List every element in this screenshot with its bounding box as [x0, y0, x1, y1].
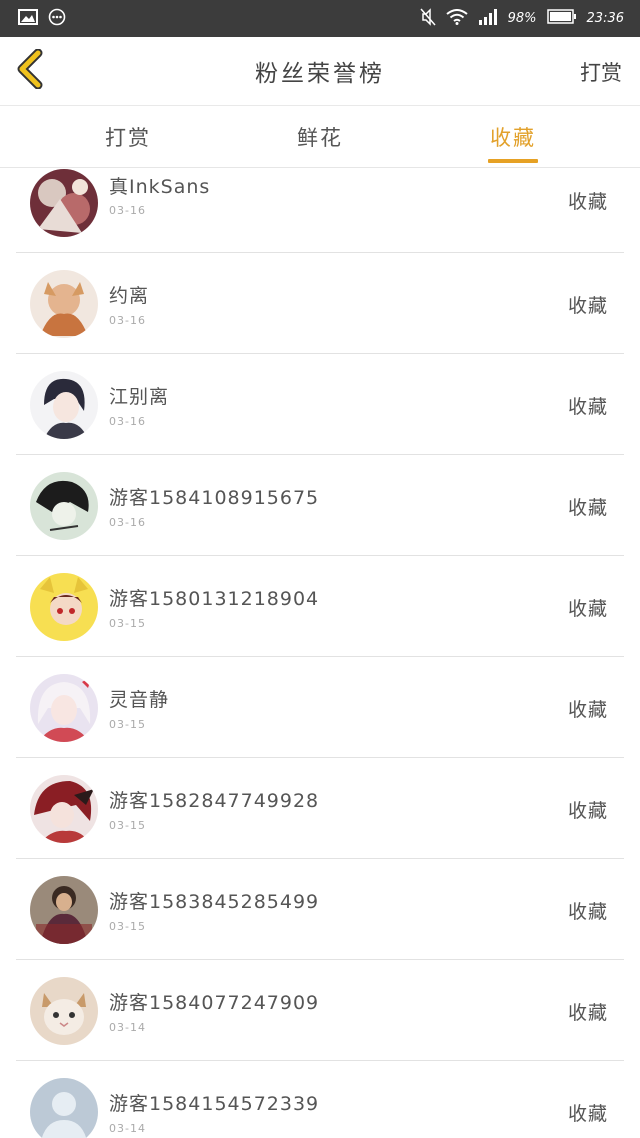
list-item[interactable]: 游客1583845285499 03-15 收藏 [16, 860, 624, 960]
user-name: 灵音静 [109, 689, 170, 711]
avatar [30, 775, 98, 843]
avatar [30, 472, 98, 540]
favorite-label: 收藏 [567, 800, 608, 822]
list-item[interactable]: 游客1582847749928 03-15 收藏 [16, 759, 624, 859]
favorite-label: 收藏 [567, 901, 608, 923]
more-dots-icon [48, 8, 66, 30]
favorite-label: 收藏 [567, 1103, 608, 1125]
avatar [30, 169, 98, 237]
tab-bar: 打赏 鲜花 收藏 [0, 106, 640, 168]
favorite-label: 收藏 [567, 396, 608, 418]
reward-button[interactable]: 打赏 [580, 57, 622, 87]
active-tab-indicator [488, 159, 538, 163]
user-name: 游客1580131218904 [109, 588, 320, 610]
user-date: 03-15 [109, 718, 146, 731]
user-date: 03-16 [109, 415, 146, 428]
list-item[interactable]: 游客1584108915675 03-16 收藏 [16, 456, 624, 556]
user-date: 03-15 [109, 920, 146, 933]
tab-reward[interactable]: 打赏 [88, 122, 168, 152]
tab-flowers[interactable]: 鲜花 [280, 122, 360, 152]
battery-icon [546, 9, 577, 28]
list-item[interactable]: 江别离 03-16 收藏 [16, 355, 624, 455]
user-date: 03-14 [109, 1122, 146, 1135]
user-date: 03-16 [109, 516, 146, 529]
user-name: 游客1583845285499 [109, 891, 320, 913]
avatar [30, 977, 98, 1045]
page-title: 粉丝荣誉榜 [255, 61, 385, 87]
favorite-label: 收藏 [567, 598, 608, 620]
user-date: 03-16 [109, 204, 146, 217]
favorite-label: 收藏 [567, 191, 608, 213]
wifi-icon [446, 8, 468, 29]
back-button[interactable] [12, 47, 48, 95]
chevron-left-icon [16, 48, 44, 93]
avatar [30, 573, 98, 641]
avatar [30, 270, 98, 338]
favorite-label: 收藏 [567, 295, 608, 317]
battery-percent: 98% [507, 11, 537, 26]
favorite-label: 收藏 [567, 497, 608, 519]
list-item[interactable]: 游客1584154572339 03-14 收藏 [16, 1062, 624, 1138]
user-date: 03-15 [109, 819, 146, 832]
favorite-label: 收藏 [567, 699, 608, 721]
gallery-icon [18, 8, 38, 29]
favorite-label: 收藏 [567, 1002, 608, 1024]
user-name: 游客1584154572339 [109, 1093, 320, 1115]
user-name: 真InkSans [109, 176, 211, 198]
list-item[interactable]: 灵音静 03-15 收藏 [16, 658, 624, 758]
fan-list: 真InkSans 03-16 收藏 约离 03-16 收藏 江别离 03-16 … [0, 168, 640, 1138]
user-date: 03-14 [109, 1021, 146, 1034]
user-name: 游客1584077247909 [109, 992, 320, 1014]
status-right: 98% 23:36 [420, 7, 624, 30]
list-item[interactable]: 游客1584077247909 03-14 收藏 [16, 961, 624, 1061]
avatar [30, 371, 98, 439]
user-name: 游客1584108915675 [109, 487, 320, 509]
clock-time: 23:36 [586, 11, 624, 26]
user-name: 江别离 [109, 386, 170, 408]
avatar [30, 1078, 98, 1138]
signal-icon [478, 8, 498, 29]
user-date: 03-15 [109, 617, 146, 630]
mute-icon [420, 7, 436, 30]
tab-favorites[interactable]: 收藏 [473, 122, 553, 152]
header-bar: 粉丝荣誉榜 打赏 [0, 37, 640, 106]
status-left [18, 8, 66, 30]
user-date: 03-16 [109, 314, 146, 327]
status-bar: 98% 23:36 [0, 0, 640, 37]
list-item[interactable]: 游客1580131218904 03-15 收藏 [16, 557, 624, 657]
list-item[interactable]: 约离 03-16 收藏 [16, 254, 624, 354]
user-name: 游客1582847749928 [109, 790, 320, 812]
list-item[interactable]: 真InkSans 03-16 收藏 [16, 168, 624, 253]
avatar [30, 876, 98, 944]
user-name: 约离 [109, 285, 150, 307]
avatar [30, 674, 98, 742]
